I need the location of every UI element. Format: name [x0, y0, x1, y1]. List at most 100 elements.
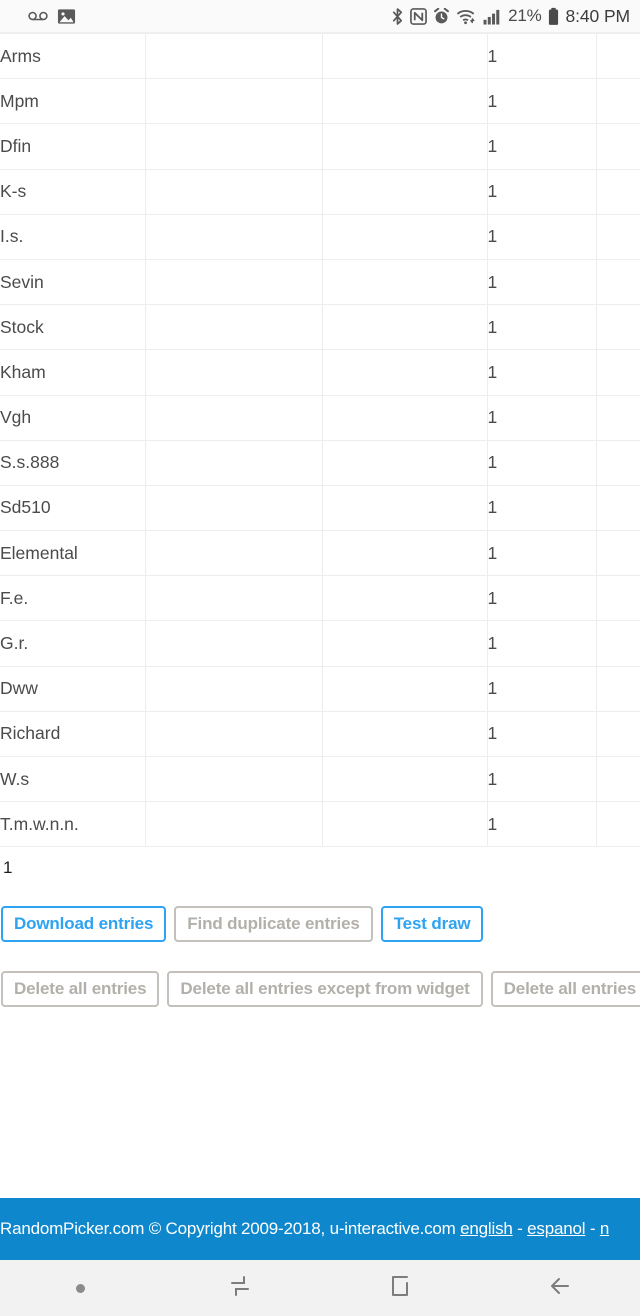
entries-table-body: Arms 1 Mpm 1 Dfin 1 K-s 1 I.s. 1 Sevin 1…: [0, 32, 640, 848]
entry-count-cell: 1: [487, 259, 597, 306]
entry-blank3-cell: [596, 32, 640, 80]
entry-blank2-cell: [322, 123, 488, 170]
entry-blank2-cell: [322, 711, 488, 758]
lang-separator-2: -: [585, 1219, 600, 1238]
entry-name-cell: Dww: [0, 666, 146, 712]
entry-blank3-cell: [596, 395, 640, 441]
entry-blank3-cell: [596, 123, 640, 170]
entry-count-cell: 1: [487, 214, 597, 260]
nav-home[interactable]: [320, 1260, 480, 1316]
recent-apps-icon: [227, 1273, 253, 1303]
lang-truncated-link[interactable]: n: [600, 1219, 609, 1238]
delete-all-entries-secondary-button[interactable]: Delete all entries: [490, 971, 640, 1007]
entry-name-cell: Mpm: [0, 78, 146, 125]
entry-blank3-cell: [596, 620, 640, 667]
entry-blank1-cell: [145, 32, 323, 80]
android-nav-bar: [0, 1260, 640, 1316]
entry-blank2-cell: [322, 756, 488, 803]
table-row[interactable]: Kham 1: [0, 349, 640, 396]
entry-blank1-cell: [145, 620, 323, 667]
table-row[interactable]: Richard 1: [0, 711, 640, 758]
entry-blank3-cell: [596, 801, 640, 848]
entry-blank3-cell: [596, 530, 640, 577]
delete-all-entries-button[interactable]: Delete all entries: [1, 971, 160, 1007]
table-row[interactable]: S.s.888 1: [0, 440, 640, 486]
entry-count-cell: 1: [487, 620, 597, 667]
table-row[interactable]: I.s. 1: [0, 214, 640, 260]
entry-blank3-cell: [596, 78, 640, 125]
back-arrow-icon: [547, 1273, 573, 1303]
entry-blank2-cell: [322, 395, 488, 441]
entry-blank1-cell: [145, 169, 323, 215]
entry-count-cell: 1: [487, 666, 597, 712]
test-draw-button[interactable]: Test draw: [380, 906, 484, 942]
battery-icon: [548, 7, 559, 26]
table-row[interactable]: T.m.w.n.n. 1: [0, 801, 640, 848]
table-row[interactable]: Dww 1: [0, 666, 640, 712]
entry-name-cell: K-s: [0, 169, 146, 215]
entry-name-cell: G.r.: [0, 620, 146, 667]
entry-count-cell: 1: [487, 440, 597, 486]
voicemail-icon: [28, 9, 48, 23]
entry-count-cell: 1: [487, 395, 597, 441]
delete-all-entries-except-widget-button[interactable]: Delete all entries except from widget: [167, 971, 483, 1007]
lang-espanol-link[interactable]: espanol: [527, 1219, 585, 1238]
table-row[interactable]: W.s 1: [0, 756, 640, 803]
site-footer: RandomPicker.com © Copyright 2009-2018, …: [0, 1198, 640, 1260]
entry-blank1-cell: [145, 304, 323, 351]
entry-blank1-cell: [145, 123, 323, 170]
entry-blank1-cell: [145, 349, 323, 396]
table-row[interactable]: Sd510 1: [0, 485, 640, 532]
nav-recent-apps[interactable]: [160, 1260, 320, 1316]
table-row[interactable]: Arms 1: [0, 32, 640, 80]
nav-back[interactable]: [480, 1260, 640, 1316]
table-row[interactable]: Stock 1: [0, 304, 640, 351]
table-row[interactable]: F.e. 1: [0, 575, 640, 622]
entry-blank1-cell: [145, 259, 323, 306]
bluetooth-icon: [391, 7, 404, 26]
screenshot-image-icon: [57, 7, 76, 26]
entry-name-cell: I.s.: [0, 214, 146, 260]
entry-count-cell: 1: [487, 801, 597, 848]
nav-dot-indicator[interactable]: [0, 1260, 160, 1316]
battery-percent-label: 21%: [508, 6, 542, 25]
table-row[interactable]: Sevin 1: [0, 259, 640, 306]
entry-blank3-cell: [596, 575, 640, 622]
entry-blank3-cell: [596, 169, 640, 215]
entry-blank3-cell: [596, 666, 640, 712]
entry-blank3-cell: [596, 349, 640, 396]
entry-blank1-cell: [145, 575, 323, 622]
status-bar: 21% 8:40 PM: [0, 0, 640, 33]
lang-separator-1: -: [512, 1219, 528, 1238]
primary-actions-row: Download entries Find duplicate entries …: [0, 906, 484, 942]
table-row[interactable]: Vgh 1: [0, 395, 640, 441]
entry-blank1-cell: [145, 530, 323, 577]
table-row[interactable]: K-s 1: [0, 169, 640, 215]
entry-count-cell: 1: [487, 575, 597, 622]
entry-blank2-cell: [322, 801, 488, 848]
entries-table-container[interactable]: Arms 1 Mpm 1 Dfin 1 K-s 1 I.s. 1 Sevin 1…: [0, 32, 640, 848]
entry-name-cell: Sevin: [0, 259, 146, 306]
delete-actions-row: Delete all entries Delete all entries ex…: [0, 971, 640, 1007]
table-row[interactable]: G.r. 1: [0, 620, 640, 667]
cellular-signal-icon: [483, 8, 502, 25]
entry-blank2-cell: [322, 620, 488, 667]
download-entries-button[interactable]: Download entries: [1, 906, 167, 942]
entry-name-cell: Kham: [0, 349, 146, 396]
entry-name-cell: Arms: [0, 32, 146, 80]
table-row[interactable]: Mpm 1: [0, 78, 640, 125]
entry-blank2-cell: [322, 259, 488, 306]
table-row[interactable]: Elemental 1: [0, 530, 640, 577]
entry-blank3-cell: [596, 485, 640, 532]
entry-blank3-cell: [596, 259, 640, 306]
entry-count-cell: 1: [487, 530, 597, 577]
entry-count-cell: 1: [487, 711, 597, 758]
lang-english-link[interactable]: english: [460, 1219, 513, 1238]
table-row[interactable]: Dfin 1: [0, 123, 640, 170]
entry-count-cell: 1: [487, 304, 597, 351]
entry-name-cell: Stock: [0, 304, 146, 351]
entry-count-cell: 1: [487, 123, 597, 170]
entry-blank1-cell: [145, 801, 323, 848]
find-duplicate-entries-button[interactable]: Find duplicate entries: [174, 906, 373, 942]
entry-blank2-cell: [322, 666, 488, 712]
